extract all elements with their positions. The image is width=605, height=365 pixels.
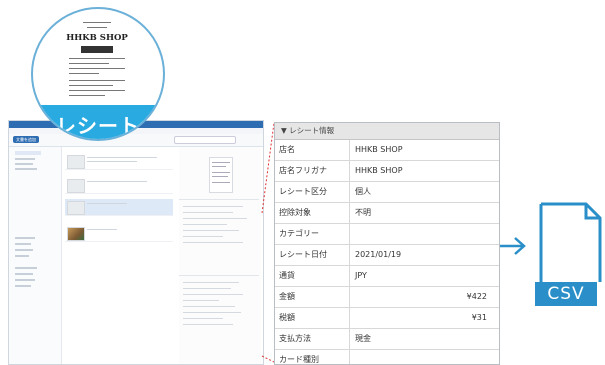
detail-row[interactable]: レシート区分 個人 [275, 182, 499, 203]
detail-row[interactable]: 金額 ¥422 [275, 287, 499, 308]
detail-row[interactable]: 控除対象 不明 [275, 203, 499, 224]
detail-row[interactable]: 店名 HHKB SHOP [275, 140, 499, 161]
detail-row[interactable]: カテゴリー [275, 224, 499, 245]
receipt-detail-panel: ▼ レシート情報 店名 HHKB SHOP 店名フリガナ HHKB SHOP レシー… [274, 122, 500, 365]
detail-header[interactable]: ▼ レシート情報 [275, 123, 499, 140]
detail-row[interactable]: 税額 ¥31 [275, 308, 499, 329]
detail-row[interactable]: 支払方法 現金 [275, 329, 499, 350]
detail-row[interactable]: 通貨 JPY [275, 266, 499, 287]
detail-row[interactable]: レシート日付 2021/01/19 [275, 245, 499, 266]
detail-row[interactable]: 店名フリガナ HHKB SHOP [275, 161, 499, 182]
csv-file-label: CSV [535, 282, 597, 306]
